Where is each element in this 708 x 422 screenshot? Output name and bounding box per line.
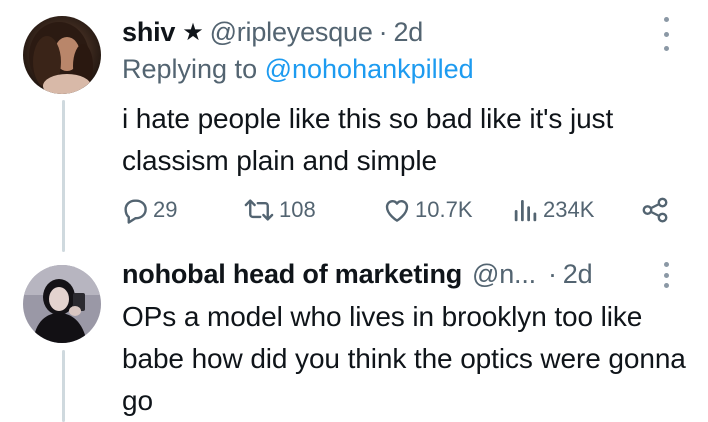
separator-dot: · bbox=[547, 258, 557, 289]
heart-icon bbox=[385, 199, 409, 222]
tweet-header: nohobal head of marketing @n... · 2d bbox=[122, 254, 593, 294]
thread-line-bottom bbox=[62, 350, 65, 422]
star-icon: ★ bbox=[182, 18, 204, 46]
tweet-header: shiv ★ @ripleyesque · 2d bbox=[122, 12, 423, 52]
avatar[interactable] bbox=[23, 16, 101, 94]
views-button[interactable]: 234K bbox=[512, 190, 594, 230]
retweet-button[interactable]: 108 bbox=[242, 190, 316, 230]
reply-button[interactable]: 29 bbox=[120, 190, 177, 230]
reply-icon bbox=[124, 199, 147, 224]
retweet-icon bbox=[244, 199, 274, 221]
like-count: 10.7K bbox=[415, 197, 473, 222]
avatar[interactable] bbox=[23, 265, 101, 343]
share-button[interactable] bbox=[640, 190, 673, 230]
display-name[interactable]: shiv bbox=[122, 17, 175, 48]
replying-prefix: Replying to bbox=[122, 54, 265, 84]
handle[interactable]: @ripleyesque bbox=[210, 17, 373, 48]
timestamp[interactable]: 2d bbox=[563, 259, 593, 290]
views-count: 234K bbox=[543, 197, 595, 222]
thread-line-top bbox=[62, 100, 65, 252]
tweet-actions: 29 108 10.7K 234K bbox=[120, 190, 672, 230]
more-icon[interactable] bbox=[661, 17, 671, 51]
timestamp[interactable]: 2d bbox=[393, 17, 423, 48]
more-icon[interactable] bbox=[661, 262, 671, 288]
replying-to: Replying to @nohohankpilled bbox=[122, 54, 474, 85]
handle[interactable]: @n... bbox=[472, 259, 536, 290]
tweet-text: i hate people like this so bad like it's… bbox=[122, 103, 614, 176]
like-button[interactable]: 10.7K bbox=[382, 190, 473, 230]
display-name[interactable]: nohobal head of marketing bbox=[122, 259, 462, 290]
tweet-text: OPs a model who lives in brooklyn too li… bbox=[122, 301, 686, 416]
reply-count: 29 bbox=[153, 197, 178, 222]
views-icon bbox=[514, 200, 537, 222]
separator-dot: · bbox=[378, 16, 388, 47]
replying-to-link[interactable]: @nohohankpilled bbox=[265, 54, 474, 84]
retweet-count: 108 bbox=[279, 197, 316, 222]
share-icon bbox=[642, 197, 668, 223]
